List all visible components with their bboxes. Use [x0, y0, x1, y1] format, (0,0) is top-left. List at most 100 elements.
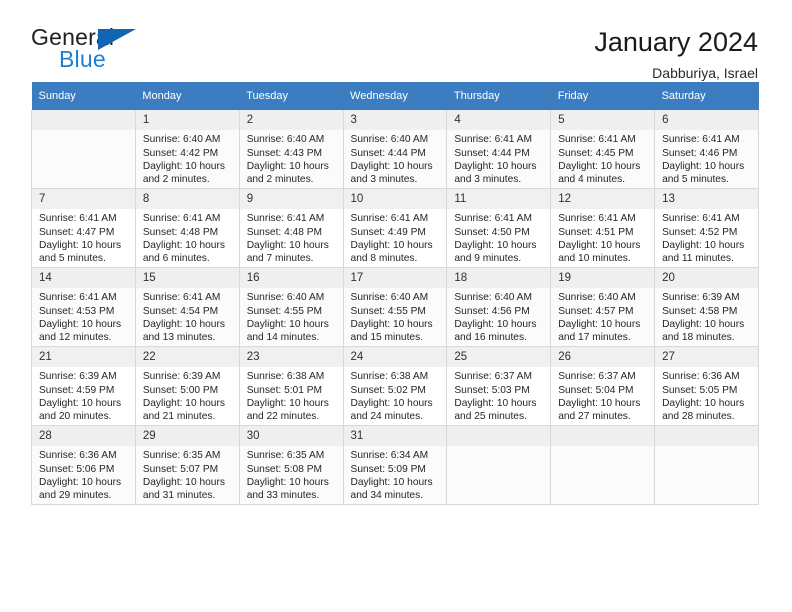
- day-sun-info: Sunrise: 6:41 AM Sunset: 4:47 PM Daylight:…: [32, 209, 135, 265]
- day-number: [655, 426, 758, 447]
- sunset-text: Sunset: 5:05 PM: [662, 384, 738, 396]
- daylight-text: Daylight: 10 hours and 11 minutes.: [662, 239, 745, 264]
- day-cell-content: 24 Sunrise: 6:38 AM Sunset: 5:02 PM Dayligh…: [343, 347, 447, 425]
- sunset-text: Sunset: 5:07 PM: [142, 463, 219, 475]
- sunset-text: Sunset: 5:01 PM: [246, 384, 323, 396]
- day-sun-info: Sunrise: 6:41 AM Sunset: 4:52 PM Daylight:…: [655, 209, 758, 265]
- calendar-day-cell[interactable]: 23 Sunrise: 6:38 AM Sunset: 5:01 PM Dayligh…: [238, 346, 344, 426]
- sunrise-text: Sunrise: 6:41 AM: [662, 134, 740, 146]
- calendar-day-cell[interactable]: 4 Sunrise: 6:41 AM Sunset: 4:44 PM Daylight…: [446, 110, 552, 189]
- day-number: 2: [239, 110, 343, 131]
- sunset-text: Sunset: 4:51 PM: [558, 226, 634, 238]
- calendar-day-cell[interactable]: 3 Sunrise: 6:40 AM Sunset: 4:44 PM Daylight…: [342, 110, 448, 189]
- calendar-day-cell[interactable]: 27 Sunrise: 6:36 AM Sunset: 5:05 PM Dayligh…: [654, 346, 759, 426]
- calendar-day-cell: [654, 425, 759, 505]
- daylight-text: Daylight: 10 hours and 22 minutes.: [246, 397, 329, 422]
- day-number: [32, 110, 135, 131]
- day-cell-content: 1 Sunrise: 6:40 AM Sunset: 4:42 PM Daylight…: [135, 110, 239, 188]
- day-sun-info: Sunrise: 6:34 AM Sunset: 5:09 PM Daylight:…: [344, 446, 447, 502]
- sunset-text: Sunset: 4:44 PM: [350, 147, 426, 159]
- day-cell-content: 14 Sunrise: 6:41 AM Sunset: 4:53 PM Dayligh…: [32, 268, 135, 346]
- calendar-day-cell[interactable]: 8 Sunrise: 6:41 AM Sunset: 4:48 PM Daylight…: [134, 188, 240, 268]
- sunset-text: Sunset: 4:57 PM: [558, 305, 634, 317]
- calendar-day-cell[interactable]: 12 Sunrise: 6:41 AM Sunset: 4:51 PM Dayligh…: [550, 188, 656, 268]
- calendar-day-cell[interactable]: 15 Sunrise: 6:41 AM Sunset: 4:54 PM Dayligh…: [134, 267, 240, 347]
- calendar-day-cell[interactable]: 22 Sunrise: 6:39 AM Sunset: 5:00 PM Dayligh…: [134, 346, 240, 426]
- calendar-week-row: 21 Sunrise: 6:39 AM Sunset: 4:59 PM Dayligh…: [31, 346, 759, 426]
- calendar-day-cell[interactable]: 1 Sunrise: 6:40 AM Sunset: 4:42 PM Daylight…: [134, 110, 240, 189]
- sunset-text: Sunset: 5:09 PM: [350, 463, 426, 475]
- title-block: January 2024 Dabburiya, Israel: [594, 26, 758, 82]
- day-cell-content: 5 Sunrise: 6:41 AM Sunset: 4:45 PM Daylight…: [551, 110, 655, 188]
- calendar-day-cell[interactable]: 31 Sunrise: 6:34 AM Sunset: 5:09 PM Dayligh…: [342, 425, 448, 505]
- sunrise-text: Sunrise: 6:37 AM: [454, 371, 532, 383]
- day-sun-info: Sunrise: 6:37 AM Sunset: 5:04 PM Daylight:…: [551, 367, 654, 423]
- weekday-header-thursday: Thursday: [446, 82, 551, 110]
- calendar-day-cell[interactable]: 14 Sunrise: 6:41 AM Sunset: 4:53 PM Dayligh…: [31, 267, 136, 347]
- page-title: January 2024: [594, 27, 758, 57]
- calendar-day-cell[interactable]: 6 Sunrise: 6:41 AM Sunset: 4:46 PM Daylight…: [654, 110, 759, 189]
- day-cell-content: 16 Sunrise: 6:40 AM Sunset: 4:55 PM Dayligh…: [239, 268, 343, 346]
- calendar-day-cell: [446, 425, 552, 505]
- calendar-page: General Blue January 2024 Dabburiya, Isr…: [0, 0, 792, 612]
- day-cell-content: 2 Sunrise: 6:40 AM Sunset: 4:43 PM Daylight…: [239, 110, 343, 188]
- calendar-day-cell[interactable]: 11 Sunrise: 6:41 AM Sunset: 4:50 PM Dayligh…: [446, 188, 552, 268]
- calendar-day-cell[interactable]: 10 Sunrise: 6:41 AM Sunset: 4:49 PM Dayligh…: [342, 188, 448, 268]
- day-cell-content: [447, 426, 551, 504]
- sunset-text: Sunset: 4:49 PM: [350, 226, 426, 238]
- calendar-day-cell[interactable]: 19 Sunrise: 6:40 AM Sunset: 4:57 PM Dayligh…: [550, 267, 656, 347]
- day-cell-content: 12 Sunrise: 6:41 AM Sunset: 4:51 PM Dayligh…: [551, 189, 655, 267]
- day-sun-info: Sunrise: 6:38 AM Sunset: 5:02 PM Daylight:…: [344, 367, 447, 423]
- calendar-day-cell[interactable]: 13 Sunrise: 6:41 AM Sunset: 4:52 PM Dayligh…: [654, 188, 759, 268]
- calendar-day-cell[interactable]: 26 Sunrise: 6:37 AM Sunset: 5:04 PM Dayligh…: [550, 346, 656, 426]
- calendar-day-cell[interactable]: 16 Sunrise: 6:40 AM Sunset: 4:55 PM Dayligh…: [238, 267, 344, 347]
- day-sun-info: Sunrise: 6:36 AM Sunset: 5:05 PM Daylight:…: [655, 367, 758, 423]
- day-number: 31: [343, 426, 447, 447]
- daylight-text: Daylight: 10 hours and 27 minutes.: [558, 397, 641, 422]
- calendar-day-cell[interactable]: 2 Sunrise: 6:40 AM Sunset: 4:43 PM Daylight…: [238, 110, 344, 189]
- sunset-text: Sunset: 5:00 PM: [142, 384, 219, 396]
- daylight-text: Daylight: 10 hours and 18 minutes.: [662, 318, 745, 343]
- sunrise-text: Sunrise: 6:39 AM: [662, 292, 740, 304]
- calendar-day-cell[interactable]: 9 Sunrise: 6:41 AM Sunset: 4:48 PM Daylight…: [238, 188, 344, 268]
- sunset-text: Sunset: 5:04 PM: [558, 384, 634, 396]
- day-cell-content: 13 Sunrise: 6:41 AM Sunset: 4:52 PM Dayligh…: [655, 189, 758, 267]
- calendar-day-cell[interactable]: 29 Sunrise: 6:35 AM Sunset: 5:07 PM Dayligh…: [134, 425, 240, 505]
- day-number: 8: [135, 189, 239, 210]
- daylight-text: Daylight: 10 hours and 3 minutes.: [454, 160, 537, 185]
- weekday-header-friday: Friday: [550, 82, 655, 110]
- day-cell-content: [551, 426, 655, 504]
- daylight-text: Daylight: 10 hours and 20 minutes.: [39, 397, 122, 422]
- sunrise-text: Sunrise: 6:41 AM: [142, 292, 221, 304]
- daylight-text: Daylight: 10 hours and 29 minutes.: [39, 476, 122, 501]
- day-cell-content: 22 Sunrise: 6:39 AM Sunset: 5:00 PM Dayligh…: [135, 347, 239, 425]
- calendar-day-cell[interactable]: 24 Sunrise: 6:38 AM Sunset: 5:02 PM Dayligh…: [342, 346, 448, 426]
- general-blue-logo[interactable]: General Blue: [31, 26, 141, 74]
- day-sun-info: Sunrise: 6:36 AM Sunset: 5:06 PM Daylight:…: [32, 446, 135, 502]
- sunrise-text: Sunrise: 6:41 AM: [454, 134, 532, 146]
- day-cell-content: [655, 426, 758, 504]
- weekday-header-row: Sunday Monday Tuesday Wednesday Thursday…: [31, 82, 759, 110]
- calendar-day-cell[interactable]: 18 Sunrise: 6:40 AM Sunset: 4:56 PM Dayligh…: [446, 267, 552, 347]
- day-sun-info: Sunrise: 6:38 AM Sunset: 5:01 PM Daylight:…: [240, 367, 343, 423]
- calendar-day-cell[interactable]: 5 Sunrise: 6:41 AM Sunset: 4:45 PM Daylight…: [550, 110, 656, 189]
- sunrise-text: Sunrise: 6:38 AM: [246, 371, 325, 383]
- calendar-day-cell[interactable]: 25 Sunrise: 6:37 AM Sunset: 5:03 PM Dayligh…: [446, 346, 552, 426]
- day-cell-content: 27 Sunrise: 6:36 AM Sunset: 5:05 PM Dayligh…: [655, 347, 758, 425]
- sunset-text: Sunset: 4:54 PM: [142, 305, 219, 317]
- sunset-text: Sunset: 4:43 PM: [246, 147, 323, 159]
- day-cell-content: 3 Sunrise: 6:40 AM Sunset: 4:44 PM Daylight…: [343, 110, 447, 188]
- day-cell-content: 10 Sunrise: 6:41 AM Sunset: 4:49 PM Dayligh…: [343, 189, 447, 267]
- day-cell-content: 9 Sunrise: 6:41 AM Sunset: 4:48 PM Daylight…: [239, 189, 343, 267]
- daylight-text: Daylight: 10 hours and 5 minutes.: [39, 239, 122, 264]
- day-sun-info: Sunrise: 6:41 AM Sunset: 4:45 PM Daylight:…: [551, 130, 654, 186]
- calendar-day-cell[interactable]: 20 Sunrise: 6:39 AM Sunset: 4:58 PM Dayligh…: [654, 267, 759, 347]
- day-sun-info: Sunrise: 6:40 AM Sunset: 4:43 PM Daylight:…: [240, 130, 343, 186]
- calendar-day-cell[interactable]: 28 Sunrise: 6:36 AM Sunset: 5:06 PM Dayligh…: [31, 425, 136, 505]
- day-number: 24: [343, 347, 447, 368]
- calendar-day-cell[interactable]: 7 Sunrise: 6:41 AM Sunset: 4:47 PM Daylight…: [31, 188, 136, 268]
- calendar-day-cell[interactable]: 17 Sunrise: 6:40 AM Sunset: 4:55 PM Dayligh…: [342, 267, 448, 347]
- calendar-day-cell[interactable]: 21 Sunrise: 6:39 AM Sunset: 4:59 PM Dayligh…: [31, 346, 136, 426]
- daylight-text: Daylight: 10 hours and 12 minutes.: [39, 318, 122, 343]
- calendar-day-cell[interactable]: 30 Sunrise: 6:35 AM Sunset: 5:08 PM Dayligh…: [238, 425, 344, 505]
